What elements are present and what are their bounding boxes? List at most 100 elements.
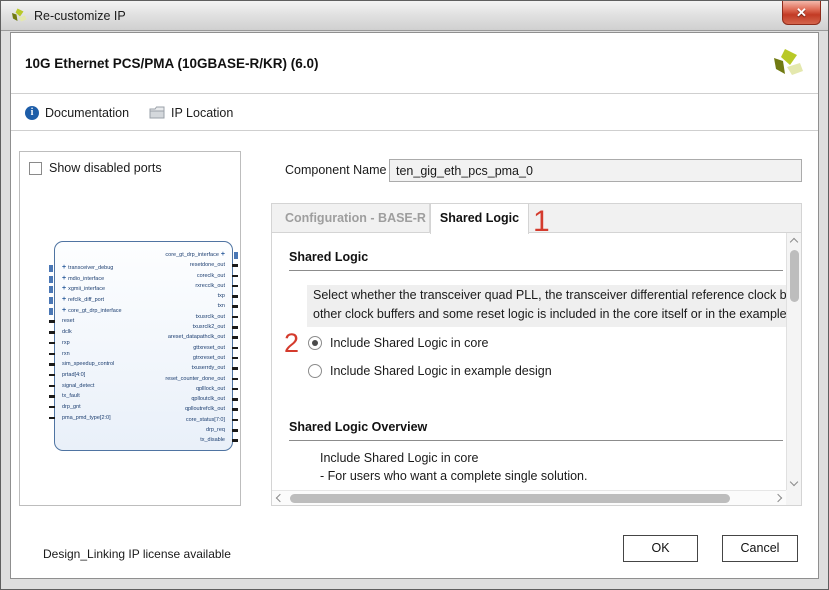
port-stub-icon	[49, 342, 55, 345]
interface-row[interactable]: transceiver_debug	[62, 263, 122, 274]
radio-unselected-icon[interactable]	[308, 364, 322, 378]
symbol-left-column: transceiver_debug mdio_interface xgmii_i…	[62, 263, 122, 423]
port-stub-icon	[232, 275, 238, 278]
license-status-text: Design_Linking IP license available	[43, 547, 231, 561]
ip-location-button[interactable]: IP Location	[149, 94, 233, 131]
show-disabled-ports-checkbox[interactable]	[29, 162, 42, 175]
overview-line-1: Include Shared Logic in core	[320, 451, 478, 465]
documentation-button[interactable]: Documentation	[25, 94, 129, 131]
port-stub-icon	[49, 374, 55, 377]
interface-label: xgmii_interface	[68, 286, 105, 292]
interface-row[interactable]: core_gt_drp_interface	[62, 306, 122, 317]
port-stub-icon	[232, 408, 238, 411]
port-row: txp	[165, 291, 225, 301]
expand-plus-icon[interactable]	[62, 306, 66, 317]
heading-rule	[289, 270, 783, 271]
port-label: pma_pmd_type[2:0]	[62, 415, 111, 421]
interface-row[interactable]: refclk_diff_port	[62, 295, 122, 306]
radio-include-in-core[interactable]: Include Shared Logic in core	[308, 336, 488, 350]
scrollbar-corner	[786, 490, 801, 505]
description-line-2: other clock buffers and some reset logic…	[313, 307, 787, 321]
port-row: signal_detect	[62, 381, 122, 392]
port-label: reset	[62, 318, 74, 324]
port-stub-icon	[232, 398, 238, 401]
port-stub-icon	[232, 388, 238, 391]
folder-icon	[149, 106, 165, 119]
config-tab-panel: Configuration - BASE-R Shared Logic 1 Sh…	[271, 203, 802, 506]
port-label: prtad[4:0]	[62, 372, 85, 378]
port-row: qplloutclk_out	[165, 394, 225, 404]
port-label: sim_speedup_control	[62, 361, 114, 367]
port-label: signal_detect	[62, 383, 94, 389]
port-stub-icon	[232, 326, 238, 329]
component-name-input[interactable]	[389, 159, 802, 182]
show-disabled-ports-label: Show disabled ports	[49, 161, 162, 175]
scroll-left-icon[interactable]	[276, 494, 284, 502]
port-label: dclk	[62, 329, 72, 335]
interface-row[interactable]: xgmii_interface	[62, 284, 122, 295]
annotation-1: 1	[533, 205, 550, 239]
ports-preview-panel: Show disabled ports transceiver_debug md…	[19, 151, 241, 506]
radio-selected-icon[interactable]	[308, 336, 322, 350]
horizontal-scrollbar[interactable]	[272, 490, 788, 505]
port-label: txuserrdy_out	[192, 365, 225, 371]
interface-row[interactable]: core_gt_drp_interface	[165, 250, 225, 260]
interface-label: mdio_interface	[68, 276, 104, 282]
tab-configuration-base-r[interactable]: Configuration - BASE-R	[272, 204, 430, 233]
expand-plus-icon[interactable]	[62, 284, 66, 295]
description-line-1: Select whether the transceiver quad PLL,…	[313, 288, 787, 302]
interface-label: core_gt_drp_interface	[165, 252, 219, 258]
port-stub-icon	[49, 385, 55, 388]
shared-logic-description: Select whether the transceiver quad PLL,…	[307, 285, 787, 327]
interface-label: core_gt_drp_interface	[68, 308, 122, 314]
port-label: txusrclk_out	[196, 314, 225, 320]
port-stub-icon	[232, 357, 238, 360]
port-stub-icon	[232, 429, 238, 432]
port-stub-icon	[49, 353, 55, 356]
toolbar: Documentation IP Location	[11, 94, 818, 131]
expand-plus-icon[interactable]	[62, 295, 66, 306]
port-stub-icon	[232, 305, 238, 308]
port-stub-icon	[232, 264, 238, 267]
vertical-scrollbar[interactable]	[786, 233, 801, 492]
port-row: resetdone_out	[165, 260, 225, 270]
radio-include-in-core-label: Include Shared Logic in core	[330, 336, 488, 350]
port-label: qplloutrefclk_out	[185, 406, 225, 412]
scroll-down-icon[interactable]	[790, 478, 798, 486]
expand-plus-icon[interactable]	[62, 263, 66, 274]
interface-row[interactable]: mdio_interface	[62, 274, 122, 285]
left-interface-list: transceiver_debug mdio_interface xgmii_i…	[62, 263, 122, 316]
port-row: pma_pmd_type[2:0]	[62, 413, 122, 424]
vertical-scroll-thumb[interactable]	[790, 250, 799, 302]
expand-plus-icon[interactable]	[221, 250, 225, 260]
ip-symbol: transceiver_debug mdio_interface xgmii_i…	[54, 241, 233, 451]
documentation-label: Documentation	[45, 106, 129, 120]
horizontal-scroll-thumb[interactable]	[290, 494, 730, 503]
port-row: coreclk_out	[165, 271, 225, 281]
title-bar[interactable]: Re-customize IP	[1, 1, 828, 31]
cancel-button[interactable]: Cancel	[722, 535, 798, 562]
symbol-right-column: core_gt_drp_interface resetdone_out core…	[165, 250, 225, 446]
tab-shared-logic[interactable]: Shared Logic	[430, 204, 529, 234]
radio-include-in-example[interactable]: Include Shared Logic in example design	[308, 364, 552, 378]
port-row: txn	[165, 301, 225, 311]
expand-plus-icon[interactable]	[62, 274, 66, 285]
ok-button[interactable]: OK	[623, 535, 698, 562]
port-label: coreclk_out	[197, 273, 225, 279]
show-disabled-ports-row[interactable]: Show disabled ports	[29, 161, 162, 175]
close-icon[interactable]	[782, 1, 821, 25]
port-label: drp_gnt	[62, 404, 81, 410]
recustomize-ip-window: Re-customize IP 10G Ethernet PCS/PMA (10…	[0, 0, 829, 590]
scroll-right-icon[interactable]	[774, 494, 782, 502]
port-row: txuserrdy_out	[165, 363, 225, 373]
port-row: rxn	[62, 349, 122, 360]
right-interface-list: core_gt_drp_interface	[165, 250, 225, 260]
port-stub-icon	[232, 439, 238, 442]
port-label: reset_counter_done_out	[165, 376, 225, 382]
scroll-up-icon[interactable]	[790, 238, 798, 246]
port-row: reset	[62, 316, 122, 327]
interface-stub-icon	[49, 286, 53, 293]
port-stub-icon	[232, 336, 238, 339]
port-row: areset_datapathclk_out	[165, 332, 225, 342]
port-label: qplloutclk_out	[191, 396, 225, 402]
